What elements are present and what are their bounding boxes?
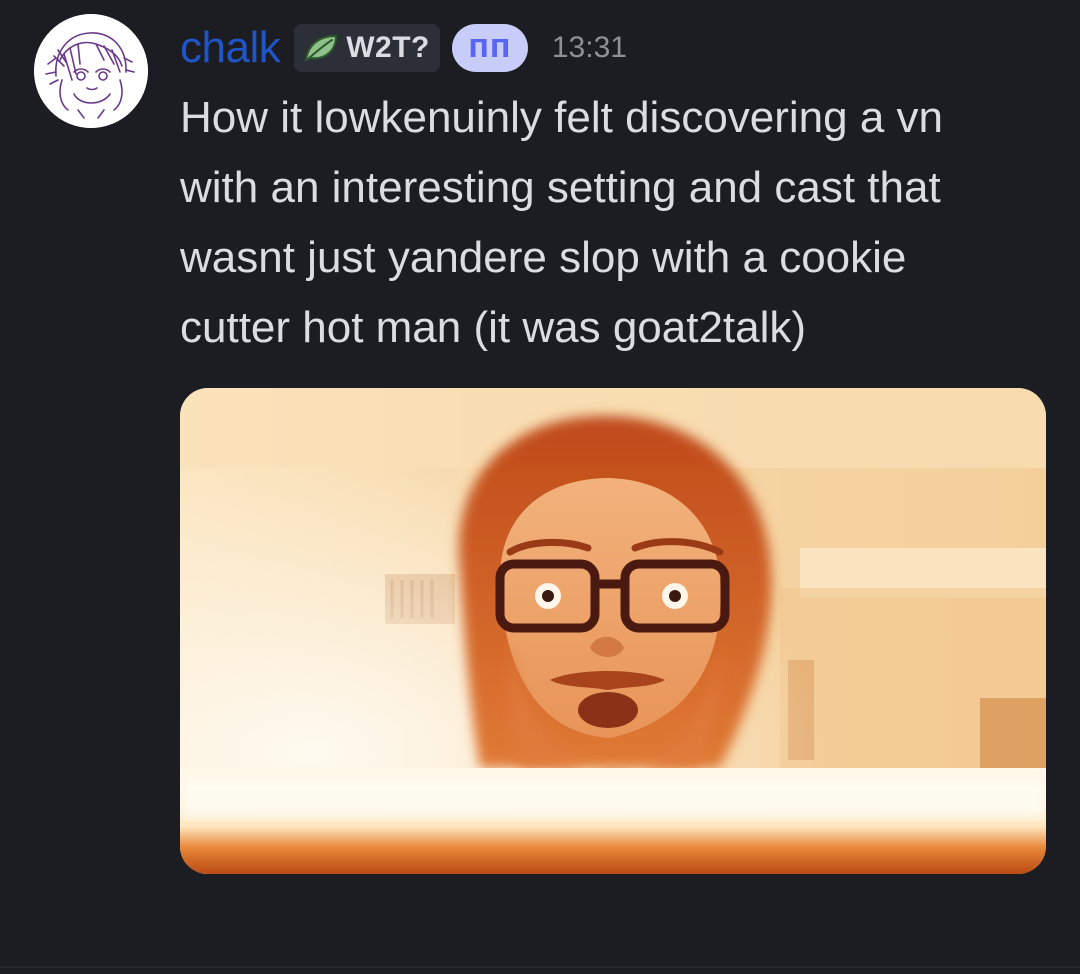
message-content: How it lowkenuinly felt discovering a vn… [180,83,1060,363]
divider [0,966,1080,968]
clan-tag[interactable]: W2T? [294,24,440,72]
chat-message: chalk W2T? пп 13:31 How it lowkenuinly f… [0,0,1080,974]
gif-image [180,388,1046,874]
message-line: with an interesting setting and cast tha… [180,163,941,212]
gif-attachment[interactable] [180,388,1046,874]
message-line: How it lowkenuinly felt discovering a vn [180,93,944,142]
username[interactable]: chalk [180,23,281,73]
user-avatar[interactable] [34,14,148,128]
message-line: wasnt just yandere slop with a cookie [180,233,907,282]
leaf-icon [304,34,338,62]
anime-sketch-avatar-icon [34,14,148,128]
message-header: chalk W2T? пп 13:31 [180,20,627,76]
role-badge[interactable]: пп [451,24,528,72]
message-line: cutter hot man (it was goat2talk) [180,303,807,352]
clan-tag-label: W2T? [346,31,430,64]
message-timestamp: 13:31 [551,31,627,64]
